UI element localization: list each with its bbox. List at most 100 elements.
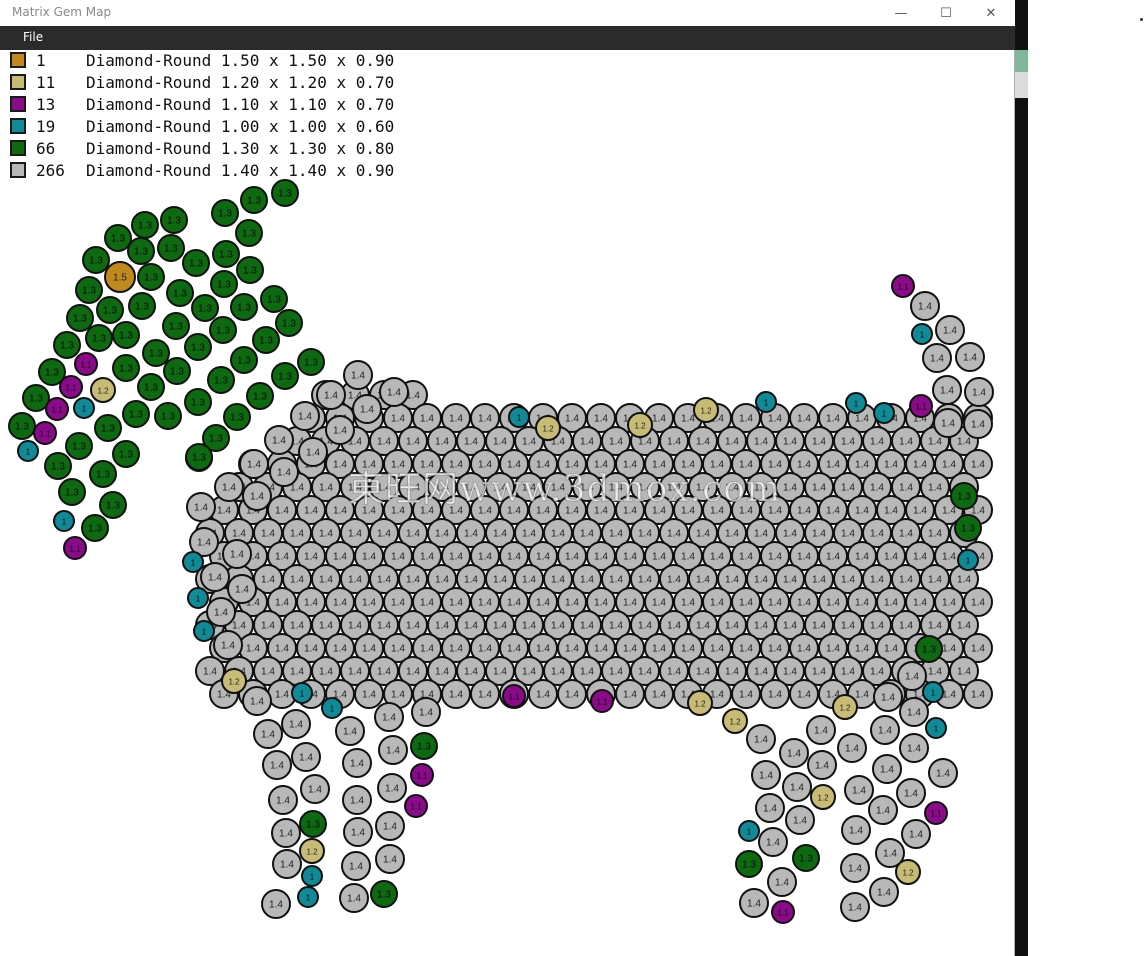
gem-1-4[interactable]: 1.4 <box>316 380 346 410</box>
gem-1-4[interactable]: 1.4 <box>955 342 985 372</box>
gem-1-4[interactable]: 1.4 <box>411 697 441 727</box>
gem-1-4[interactable]: 1.4 <box>264 425 294 455</box>
gem-1-4[interactable]: 1.4 <box>806 715 836 745</box>
gem-1-4[interactable]: 1.4 <box>840 892 870 922</box>
gem-1-1[interactable]: 1.1 <box>74 352 98 376</box>
gem-map-canvas[interactable]: 1 Diamond-Round 1.50 x 1.50 x 0.90 11 Diamo… <box>0 50 1015 956</box>
gem-1-4[interactable]: 1.4 <box>470 679 500 709</box>
gem-1-1[interactable]: 1.1 <box>33 421 57 445</box>
gem-1-4[interactable]: 1.4 <box>899 733 929 763</box>
gem-1-3[interactable]: 1.3 <box>735 850 763 878</box>
gem-1-0[interactable]: 1 <box>957 549 979 571</box>
gem-1-4[interactable]: 1.4 <box>782 772 812 802</box>
gem-1-0[interactable]: 1 <box>301 865 323 887</box>
gem-1-3[interactable]: 1.3 <box>66 304 94 332</box>
gem-1-4[interactable]: 1.4 <box>242 686 272 716</box>
gem-1-3[interactable]: 1.3 <box>271 362 299 390</box>
gem-1-4[interactable]: 1.4 <box>755 793 785 823</box>
gem-1-3[interactable]: 1.3 <box>131 211 159 239</box>
gem-1-2[interactable]: 1.2 <box>299 838 325 864</box>
gem-1-4[interactable]: 1.4 <box>739 888 769 918</box>
gem-1-1[interactable]: 1.1 <box>404 794 428 818</box>
gem-1-3[interactable]: 1.3 <box>230 346 258 374</box>
gem-1-3[interactable]: 1.3 <box>112 354 140 382</box>
gem-1-4[interactable]: 1.4 <box>342 785 372 815</box>
gem-1-4[interactable]: 1.4 <box>343 817 373 847</box>
gem-1-4[interactable]: 1.4 <box>352 394 382 424</box>
gem-1-4[interactable]: 1.4 <box>897 661 927 691</box>
gem-1-4[interactable]: 1.4 <box>271 818 301 848</box>
gem-1-4[interactable]: 1.4 <box>374 702 404 732</box>
gem-1-3[interactable]: 1.3 <box>236 256 264 284</box>
gem-1-4[interactable]: 1.4 <box>758 827 788 857</box>
gem-1-3[interactable]: 1.3 <box>246 382 274 410</box>
gem-1-3[interactable]: 1.3 <box>950 482 978 510</box>
gem-1-2[interactable]: 1.2 <box>627 412 653 438</box>
gem-1-3[interactable]: 1.3 <box>94 414 122 442</box>
gem-1-4[interactable]: 1.4 <box>872 754 902 784</box>
gem-1-3[interactable]: 1.3 <box>240 186 268 214</box>
gem-1-4[interactable]: 1.4 <box>261 889 291 919</box>
gem-1-3[interactable]: 1.3 <box>162 312 190 340</box>
gem-1-3[interactable]: 1.3 <box>65 432 93 460</box>
gem-1-0[interactable]: 1 <box>17 440 39 462</box>
gem-1-4[interactable]: 1.4 <box>963 409 993 439</box>
gem-1-3[interactable]: 1.3 <box>81 514 109 542</box>
gem-1-0[interactable]: 1 <box>755 391 777 413</box>
gem-1-3[interactable]: 1.3 <box>182 249 210 277</box>
gem-1-4[interactable]: 1.4 <box>779 738 809 768</box>
gem-1-1[interactable]: 1.1 <box>410 763 434 787</box>
minimize-button[interactable]: — <box>878 0 924 26</box>
gem-1-3[interactable]: 1.3 <box>89 460 117 488</box>
gem-1-4[interactable]: 1.4 <box>272 849 302 879</box>
gem-1-3[interactable]: 1.3 <box>112 440 140 468</box>
gem-1-2[interactable]: 1.2 <box>722 708 748 734</box>
gem-1-3[interactable]: 1.3 <box>75 276 103 304</box>
gem-1-4[interactable]: 1.4 <box>214 472 244 502</box>
gem-1-3[interactable]: 1.3 <box>122 400 150 428</box>
gem-1-3[interactable]: 1.3 <box>223 403 251 431</box>
gem-1-4[interactable]: 1.4 <box>341 851 371 881</box>
gem-1-4[interactable]: 1.4 <box>844 775 874 805</box>
gem-1-3[interactable]: 1.3 <box>191 294 219 322</box>
gem-1-3[interactable]: 1.3 <box>212 240 240 268</box>
gem-1-4[interactable]: 1.4 <box>932 375 962 405</box>
gem-1-1[interactable]: 1.1 <box>924 801 948 825</box>
gem-1-3[interactable]: 1.3 <box>209 316 237 344</box>
gem-1-3[interactable]: 1.3 <box>137 263 165 291</box>
gem-1-0[interactable]: 1 <box>193 620 215 642</box>
gem-1-4[interactable]: 1.4 <box>870 715 900 745</box>
gem-1-4[interactable]: 1.4 <box>262 750 292 780</box>
gem-1-4[interactable]: 1.4 <box>868 795 898 825</box>
gem-1-4[interactable]: 1.4 <box>964 377 994 407</box>
gem-1-4[interactable]: 1.4 <box>731 679 761 709</box>
gem-1-3[interactable]: 1.3 <box>185 443 213 471</box>
gem-1-3[interactable]: 1.3 <box>252 326 280 354</box>
gem-1-3[interactable]: 1.3 <box>58 478 86 506</box>
gem-1-4[interactable]: 1.4 <box>335 716 365 746</box>
gem-1-4[interactable]: 1.4 <box>300 774 330 804</box>
gem-1-4[interactable]: 1.4 <box>242 481 272 511</box>
gem-1-3[interactable]: 1.3 <box>53 331 81 359</box>
gem-1-0[interactable]: 1 <box>291 682 313 704</box>
title-bar[interactable]: Matrix Gem Map — ☐ ✕ <box>0 0 1015 26</box>
gem-1-2[interactable]: 1.2 <box>221 668 247 694</box>
gem-1-4[interactable]: 1.4 <box>615 679 645 709</box>
gem-1-3[interactable]: 1.3 <box>142 339 170 367</box>
gem-1-4[interactable]: 1.4 <box>377 773 407 803</box>
gem-1-0[interactable]: 1 <box>187 587 209 609</box>
gem-1-4[interactable]: 1.4 <box>896 778 926 808</box>
gem-1-4[interactable]: 1.4 <box>253 719 283 749</box>
gem-1-3[interactable]: 1.3 <box>954 514 982 542</box>
menu-file[interactable]: File <box>23 30 43 44</box>
gem-1-5[interactable]: 1.5 <box>104 261 136 293</box>
gem-1-3[interactable]: 1.3 <box>297 348 325 376</box>
gem-1-3[interactable]: 1.3 <box>260 285 288 313</box>
gem-1-0[interactable]: 1 <box>182 551 204 573</box>
gem-1-4[interactable]: 1.4 <box>760 679 790 709</box>
gem-1-0[interactable]: 1 <box>508 406 530 428</box>
gem-1-0[interactable]: 1 <box>321 697 343 719</box>
gem-1-0[interactable]: 1 <box>845 392 867 414</box>
gem-1-4[interactable]: 1.4 <box>869 877 899 907</box>
gem-1-4[interactable]: 1.4 <box>928 758 958 788</box>
